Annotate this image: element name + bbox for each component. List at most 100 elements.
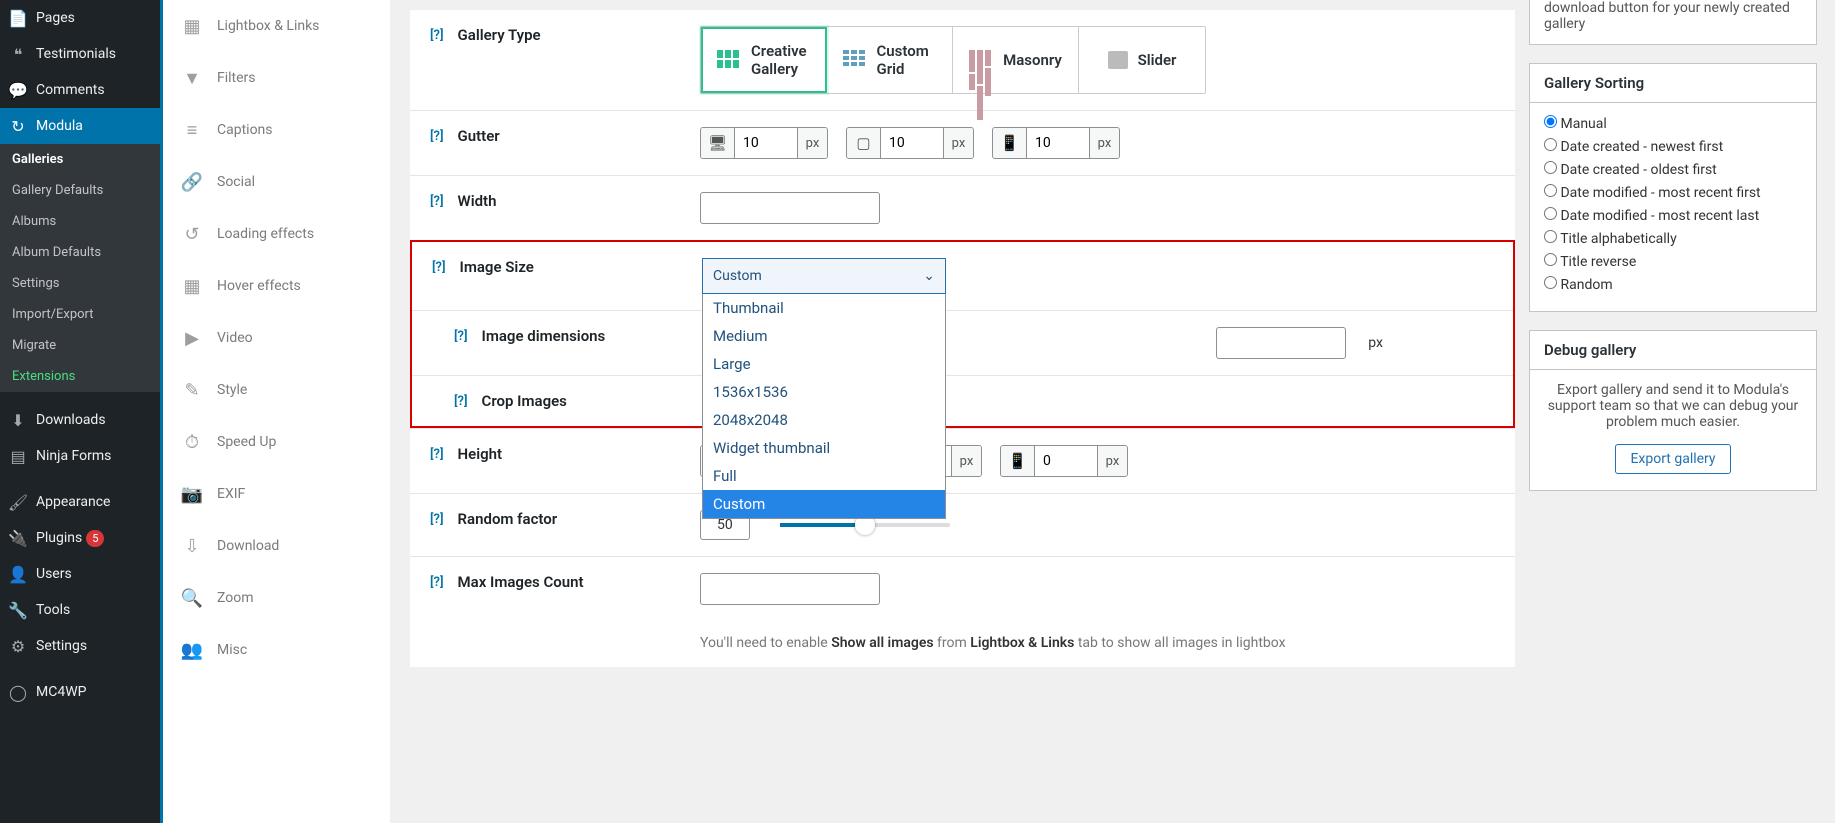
gutter-tablet-input[interactable] [881, 128, 943, 158]
help-icon[interactable]: [?] [430, 194, 444, 209]
sidebar-label: Plugins [36, 530, 82, 546]
tab-label: Style [217, 382, 247, 398]
sidebar-item-downloads[interactable]: ⬇ Downloads [0, 402, 160, 438]
tab-social[interactable]: 🔗Social [163, 156, 390, 208]
tab-misc[interactable]: 👥Misc [163, 624, 390, 676]
tab-label: EXIF [217, 486, 245, 502]
modula-submenu: Galleries Gallery Defaults Albums Album … [0, 144, 160, 392]
tab-exif[interactable]: 📷EXIF [163, 468, 390, 520]
sort-title-reverse[interactable]: Title reverse [1544, 253, 1802, 270]
sidebar-sub-settings[interactable]: Settings [0, 268, 160, 299]
tab-speed-up[interactable]: ⏱Speed Up [163, 416, 390, 468]
tab-filters[interactable]: ▼Filters [163, 52, 390, 104]
tab-label: Social [217, 174, 255, 190]
help-icon[interactable]: [?] [454, 394, 468, 409]
sidebar-sub-extensions[interactable]: Extensions [0, 361, 160, 392]
sidebar-sub-albums[interactable]: Albums [0, 206, 160, 237]
max-images-input[interactable] [700, 573, 880, 605]
tab-zoom[interactable]: 🔍Zoom [163, 572, 390, 624]
row-height: [?]Height 🖥px ▢px 📱px [410, 428, 1515, 493]
sidebar-sub-album-defaults[interactable]: Album Defaults [0, 237, 160, 268]
width-input[interactable] [700, 192, 880, 224]
download-icon: ⬇ [8, 410, 28, 430]
customgrid-icon [843, 50, 867, 70]
tab-label: Captions [217, 122, 273, 138]
type-masonry[interactable]: Masonry [953, 27, 1079, 93]
gutter-desktop-input[interactable] [735, 128, 797, 158]
opt-2048[interactable]: 2048x2048 [703, 406, 945, 434]
sort-manual[interactable]: Manual [1544, 115, 1802, 132]
row-image-size: [?]Image Size Custom⌄ Thumbnail Medium L… [412, 242, 1513, 310]
masonry-icon [969, 50, 993, 70]
sidebar-item-comments[interactable]: 💬 Comments [0, 72, 160, 108]
sidebar-item-modula[interactable]: ↻Modula [0, 108, 160, 144]
tab-download[interactable]: ⇩Download [163, 520, 390, 572]
modula-icon: ↻ [8, 116, 28, 136]
help-icon[interactable]: [?] [430, 447, 444, 462]
image-dimensions-input[interactable] [1216, 327, 1346, 359]
quote-icon: ❝ [8, 44, 28, 64]
gutter-mobile-input[interactable] [1027, 128, 1089, 158]
help-icon[interactable]: [?] [454, 329, 468, 344]
help-icon[interactable]: [?] [430, 129, 444, 144]
opt-full[interactable]: Full [703, 462, 945, 490]
max-images-hint: You'll need to enable Show all images fr… [700, 635, 1286, 651]
sidebar-item-testimonials[interactable]: ❝Testimonials [0, 36, 160, 72]
help-icon[interactable]: [?] [432, 260, 446, 275]
opt-thumbnail[interactable]: Thumbnail [703, 294, 945, 322]
sidebar-label: Tools [36, 602, 70, 618]
type-slider[interactable]: Slider [1079, 27, 1205, 93]
unit: px [1097, 446, 1127, 476]
type-label: Masonry [1003, 51, 1062, 69]
tab-loading-effects[interactable]: ↺Loading effects [163, 208, 390, 260]
sidebar-sub-import-export[interactable]: Import/Export [0, 299, 160, 330]
gutter-tablet: ▢px [846, 127, 974, 159]
sidebar-item-pages[interactable]: 📄Pages [0, 0, 160, 36]
help-icon[interactable]: [?] [430, 512, 444, 527]
image-size-dropdown: Thumbnail Medium Large 1536x1536 2048x20… [702, 294, 946, 519]
sidebar-item-plugins[interactable]: 🔌Plugins5 [0, 520, 160, 556]
help-icon[interactable]: [?] [430, 575, 444, 590]
sort-title-alpha[interactable]: Title alphabetically [1544, 230, 1802, 247]
height-mobile-input[interactable] [1035, 446, 1097, 476]
sort-date-old[interactable]: Date created - oldest first [1544, 161, 1802, 178]
row-image-dimensions: [?]Image dimensions px [412, 310, 1513, 375]
opt-custom[interactable]: Custom [703, 490, 945, 518]
sort-mod-recent-last[interactable]: Date modified - most recent last [1544, 207, 1802, 224]
brush-icon: 🖌 [8, 492, 28, 512]
sidebar-item-tools[interactable]: 🔧Tools [0, 592, 160, 628]
export-gallery-button[interactable]: Export gallery [1615, 444, 1730, 474]
opt-1536[interactable]: 1536x1536 [703, 378, 945, 406]
comment-icon: 💬 [8, 80, 28, 100]
tab-lightbox-links[interactable]: ▦Lightbox & Links [163, 0, 390, 52]
help-icon[interactable]: [?] [430, 28, 444, 43]
opt-large[interactable]: Large [703, 350, 945, 378]
sidebar-item-settings[interactable]: ⚙Settings [0, 628, 160, 664]
unit: px [943, 128, 973, 158]
image-size-select[interactable]: Custom⌄ Thumbnail Medium Large 1536x1536… [702, 258, 946, 294]
sidebar-sub-gallery-defaults[interactable]: Gallery Defaults [0, 175, 160, 206]
tab-label: Filters [217, 70, 256, 86]
opt-medium[interactable]: Medium [703, 322, 945, 350]
opt-widget-thumbnail[interactable]: Widget thumbnail [703, 434, 945, 462]
sort-random[interactable]: Random [1544, 276, 1802, 293]
sidebar-sub-galleries[interactable]: Galleries [0, 144, 160, 175]
random-factor-slider[interactable] [780, 523, 950, 527]
tab-captions[interactable]: ≡Captions [163, 104, 390, 156]
tab-hover-effects[interactable]: ▦Hover effects [163, 260, 390, 312]
tab-label: Lightbox & Links [217, 18, 319, 34]
sort-mod-recent-first[interactable]: Date modified - most recent first [1544, 184, 1802, 201]
sidebar-item-mc4wp[interactable]: ◯MC4WP [0, 674, 160, 710]
gutter-mobile: 📱px [992, 127, 1120, 159]
type-custom-grid[interactable]: Custom Grid [827, 27, 953, 93]
sidebar-item-users[interactable]: 👤Users [0, 556, 160, 592]
sidebar-item-appearance[interactable]: 🖌Appearance [0, 484, 160, 520]
sort-date-new[interactable]: Date created - newest first [1544, 138, 1802, 155]
sidebar-item-ninja-forms[interactable]: ▤Ninja Forms [0, 438, 160, 474]
sidebar-label: Downloads [36, 412, 106, 428]
tab-video[interactable]: ▶Video [163, 312, 390, 364]
tab-style[interactable]: ✎Style [163, 364, 390, 416]
sidebar-sub-migrate[interactable]: Migrate [0, 330, 160, 361]
type-creative-gallery[interactable]: Creative Gallery [701, 27, 827, 93]
sidebar-label: Comments [36, 82, 105, 98]
